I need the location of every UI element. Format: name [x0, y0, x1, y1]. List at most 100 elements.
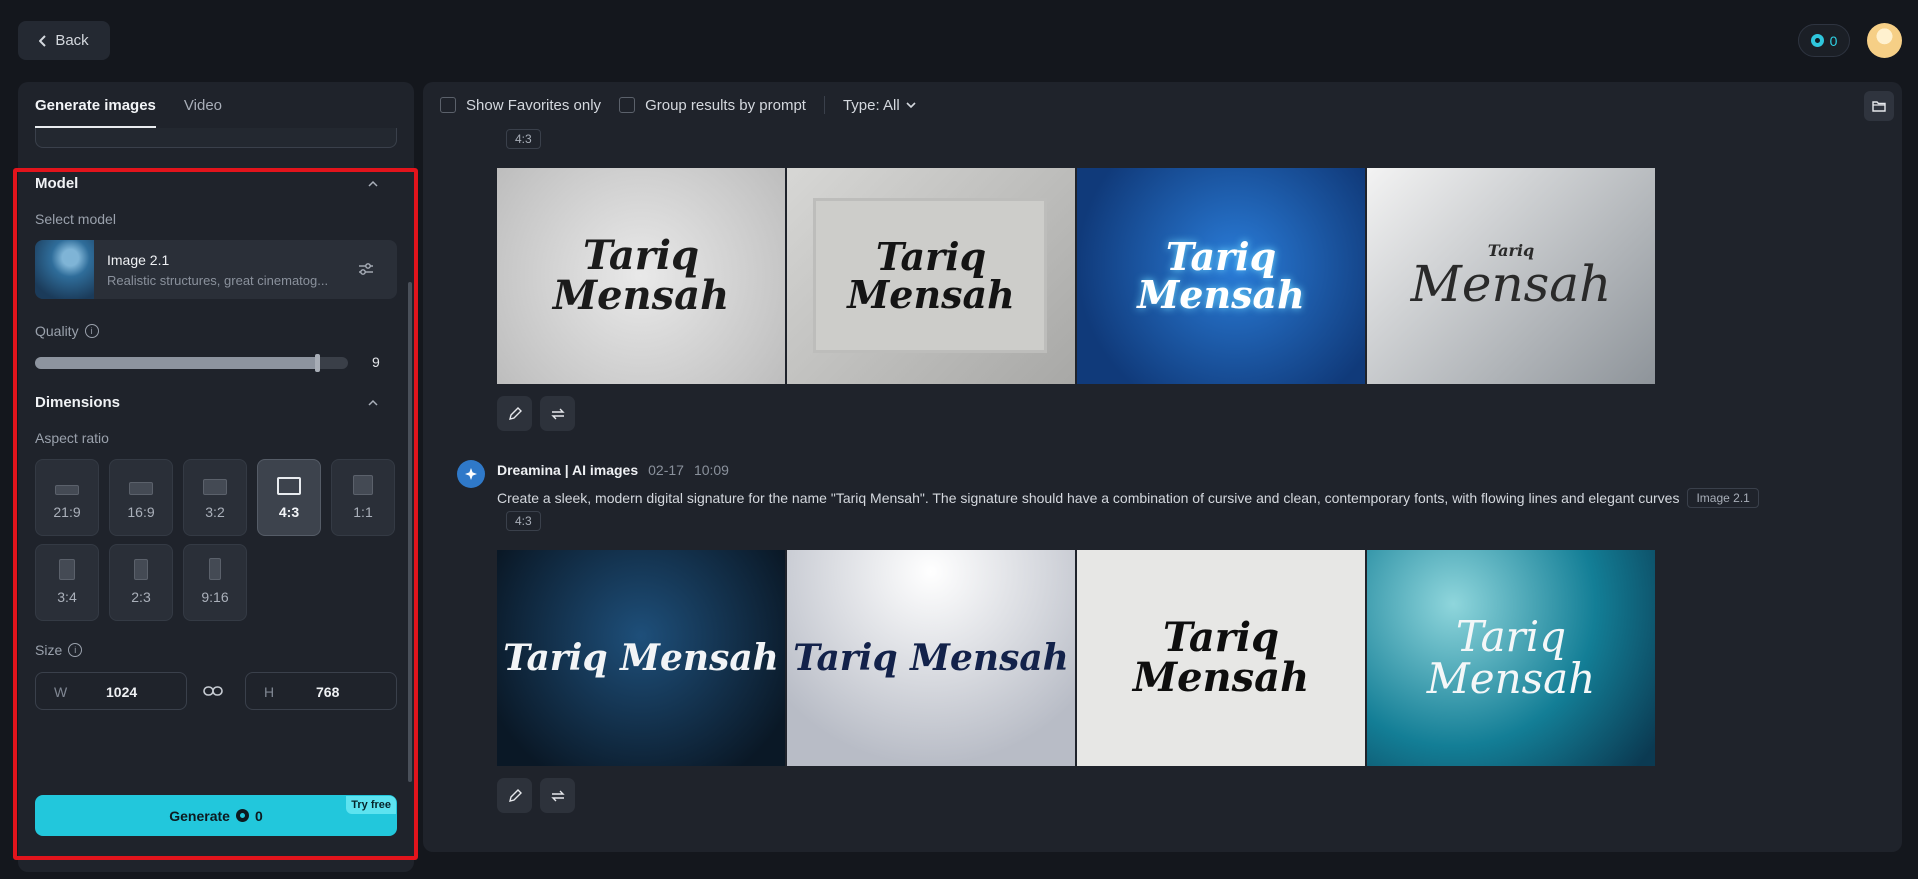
signature-text: Tariq	[1162, 614, 1280, 661]
aspect-ratio-label: Aspect ratio	[35, 430, 109, 446]
coin-icon	[1810, 34, 1824, 47]
generated-image[interactable]: Tariq Mensah	[787, 168, 1075, 384]
aspect-ratio-label: 16:9	[127, 504, 155, 520]
aspect-ratio-21-9[interactable]: 21:9	[35, 459, 99, 536]
aspect-ratio-shape-icon	[134, 559, 148, 580]
width-value: 1024	[106, 684, 138, 700]
aspect-ratio-3-4[interactable]: 3:4	[35, 544, 99, 621]
generated-image[interactable]: Tariq Mensah	[1367, 168, 1655, 384]
model-thumbnail	[35, 240, 94, 299]
edit-button[interactable]	[497, 396, 532, 431]
group-label: Group results by prompt	[645, 96, 806, 114]
model-section-title: Model	[35, 175, 79, 192]
generate-button[interactable]: Generate 0 Try free	[35, 795, 397, 836]
aspect-ratio-label: 3:4	[57, 589, 77, 605]
ratio-tag: 4:3	[506, 511, 541, 531]
generated-image[interactable]: Tariq Mensah	[497, 168, 785, 384]
panel-scrollbar[interactable]	[408, 282, 412, 782]
size-label: Size i	[35, 642, 83, 658]
aspect-ratio-3-2[interactable]: 3:2	[183, 459, 247, 536]
aspect-ratio-shape-icon	[353, 475, 373, 495]
generated-image[interactable]: Tariq Mensah	[497, 550, 785, 766]
aspect-ratio-1-1[interactable]: 1:1	[331, 459, 395, 536]
generated-image[interactable]: Tariq Mensah	[1367, 550, 1655, 766]
quality-slider-handle[interactable]	[314, 354, 320, 372]
prompt-box-edge[interactable]	[35, 128, 397, 148]
aspect-ratio-9-16[interactable]: 9:16	[183, 544, 247, 621]
tab-video[interactable]: Video	[184, 82, 222, 130]
info-icon[interactable]: i	[68, 643, 83, 657]
aspect-ratio-4-3[interactable]: 4:3	[257, 459, 321, 536]
aspect-ratio-shape-icon	[55, 485, 79, 495]
generated-image[interactable]: Tariq Mensah	[1077, 550, 1365, 766]
results-panel: Show Favorites only Group results by pro…	[423, 82, 1902, 852]
chevron-up-icon[interactable]	[368, 179, 378, 189]
aspect-ratio-2-3[interactable]: 2:3	[109, 544, 173, 621]
quality-slider[interactable]	[35, 354, 348, 372]
back-label: Back	[55, 32, 89, 49]
quality-label: Quality i	[35, 323, 99, 339]
chevron-up-icon[interactable]	[368, 398, 378, 408]
favorites-filter[interactable]: Show Favorites only	[440, 97, 601, 114]
result-meta: Dreamina | AI images 02-17 10:09	[497, 462, 729, 478]
aspect-ratio-text: Aspect ratio	[35, 430, 109, 446]
chevron-left-icon	[39, 34, 47, 47]
type-label: Type: All	[842, 96, 900, 114]
dreamina-logo-icon	[457, 460, 485, 488]
aspect-ratio-16-9[interactable]: 16:9	[109, 459, 173, 536]
link-icon[interactable]	[203, 682, 223, 700]
author-name: Dreamina | AI images	[497, 462, 639, 478]
info-icon[interactable]: i	[84, 324, 99, 338]
model-tag: Image 2.1	[1687, 488, 1759, 508]
result-time: 10:09	[693, 462, 729, 478]
signature-text: Tariq	[1455, 612, 1567, 661]
prompt-text[interactable]: Create a sleek, modern digital signature…	[497, 490, 1679, 506]
quality-slider-fill	[35, 357, 317, 369]
regenerate-button[interactable]	[540, 396, 575, 431]
folder-icon	[1872, 101, 1886, 112]
quality-text: Quality	[35, 323, 79, 339]
signature-text: Mensah	[1410, 255, 1612, 313]
coin-icon	[235, 809, 249, 822]
generated-image[interactable]: Tariq Mensah	[787, 550, 1075, 766]
settings-sliders-icon[interactable]	[357, 260, 375, 278]
group-filter[interactable]: Group results by prompt	[619, 97, 806, 114]
signature-text: Mensah	[552, 272, 730, 319]
back-button[interactable]: Back	[18, 21, 110, 60]
signature-text: Mensah	[1426, 654, 1596, 703]
height-value: 768	[316, 684, 340, 700]
height-field[interactable]: H 768	[245, 672, 397, 710]
dimensions-section-title: Dimensions	[35, 394, 121, 411]
tab-generate-images[interactable]: Generate images	[35, 82, 156, 130]
signature-text: Tariq Mensah	[847, 234, 1015, 317]
generated-image[interactable]: Tariq Mensah	[1077, 168, 1365, 384]
type-dropdown[interactable]: Type: All	[843, 97, 918, 114]
group-checkbox[interactable]	[619, 97, 636, 113]
repeat-icon	[550, 790, 565, 801]
credits-badge[interactable]: 0	[1798, 24, 1850, 57]
select-model-label: Select model	[35, 211, 116, 227]
aspect-ratio-label: 21:9	[53, 504, 81, 520]
signature-text: Tariq	[582, 232, 700, 279]
model-selector[interactable]: Image 2.1 Realistic structures, great ci…	[35, 240, 397, 299]
width-field[interactable]: W 1024	[35, 672, 187, 710]
pencil-icon	[508, 788, 522, 802]
generation-settings-panel: Generate images Video Model Select model…	[18, 82, 414, 872]
height-prefix: H	[264, 684, 275, 700]
signature-text: Mensah	[1132, 654, 1310, 701]
select-model-text: Select model	[35, 211, 116, 227]
folder-button[interactable]	[1864, 91, 1894, 121]
aspect-ratio-shape-icon	[209, 558, 221, 580]
image-actions	[497, 778, 575, 813]
generate-cost: 0	[254, 807, 263, 824]
aspect-ratio-label: 1:1	[353, 504, 373, 520]
favorites-checkbox[interactable]	[440, 97, 456, 113]
repeat-icon	[550, 408, 565, 419]
image-row: Tariq Mensah Tariq Mensah Tariq Mensah T…	[497, 168, 1655, 384]
aspect-ratio-shape-icon	[203, 479, 227, 495]
regenerate-button[interactable]	[540, 778, 575, 813]
aspect-ratio-shape-icon	[59, 559, 75, 580]
edit-button[interactable]	[497, 778, 532, 813]
avatar[interactable]	[1867, 23, 1902, 58]
filter-divider	[823, 96, 825, 114]
